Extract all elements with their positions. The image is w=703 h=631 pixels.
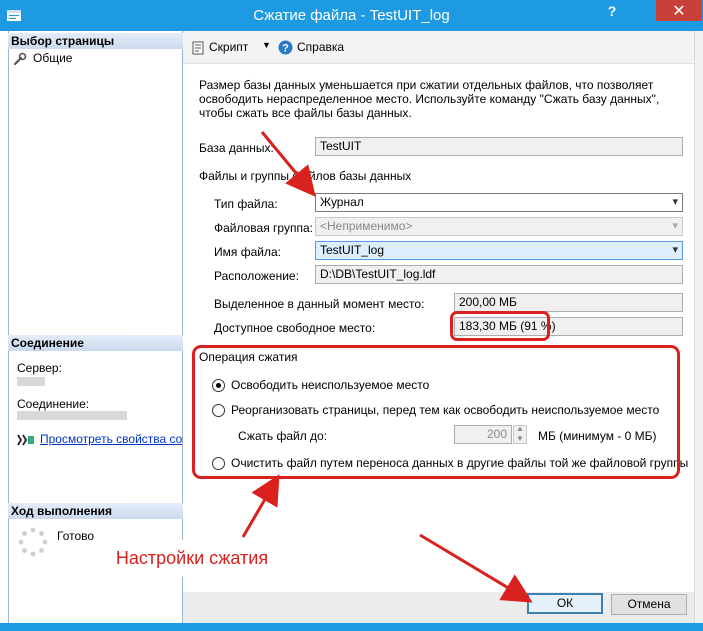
location-field: D:\DB\TestUIT_log.ldf <box>315 265 683 284</box>
window-bottom-frame <box>0 623 703 631</box>
view-connection-properties-link[interactable]: Просмотреть свойства соед <box>40 432 182 446</box>
database-label: База данных: <box>199 141 274 155</box>
free-space-highlight <box>450 311 550 341</box>
window-right-edge <box>694 31 703 623</box>
title-bar: Сжатие файла - TestUIT_log ? ✕ <box>0 0 703 31</box>
help-icon: ? <box>278 40 293 55</box>
filegroup-select: <Неприменимо> ▾ <box>315 217 683 236</box>
file-name-select[interactable]: TestUIT_log ▾ <box>315 241 683 260</box>
chevron-down-icon: ▾ <box>672 244 678 256</box>
connection-label: Соединение: <box>17 397 90 411</box>
annotation-label: Настройки сжатия <box>103 540 281 577</box>
toolbar <box>183 31 694 64</box>
select-page-header: Выбор страницы <box>8 33 183 49</box>
server-value-redacted <box>17 377 45 386</box>
allocated-label: Выделенное в данный момент место: <box>214 297 425 311</box>
free-space-label: Доступное свободное место: <box>214 321 376 335</box>
help-window-button[interactable]: ? <box>597 0 627 22</box>
ok-button[interactable]: ОК <box>527 593 603 614</box>
file-type-select[interactable]: Журнал ▾ <box>315 193 683 212</box>
file-name-label: Имя файла: <box>214 245 281 259</box>
file-type-value: Журнал <box>320 195 364 209</box>
script-icon <box>192 41 204 55</box>
page-item-general[interactable]: Общие <box>13 51 173 67</box>
chevron-down-icon: ▾ <box>672 196 678 208</box>
filegroup-value: <Неприменимо> <box>320 219 413 233</box>
progress-header: Ход выполнения <box>8 503 183 519</box>
svg-text:?: ? <box>282 43 289 55</box>
database-field: TestUIT <box>315 137 683 156</box>
description-text: Размер базы данных уменьшается при сжати… <box>199 78 660 120</box>
files-group-label: Файлы и группы файлов базы данных <box>199 169 412 183</box>
cancel-button[interactable]: Отмена <box>611 594 687 615</box>
chevron-down-icon: ▾ <box>672 220 678 232</box>
help-label: Справка <box>297 40 345 54</box>
progress-status: Готово <box>57 529 95 543</box>
script-label: Скрипт <box>209 40 249 54</box>
help-button[interactable]: ? Справка <box>278 40 348 56</box>
wrench-icon <box>13 52 27 66</box>
server-label: Сервер: <box>17 361 62 375</box>
file-name-value: TestUIT_log <box>320 243 385 257</box>
connection-header: Соединение <box>8 335 183 351</box>
script-button[interactable]: Скрипт <box>192 40 252 56</box>
connection-value-redacted <box>17 411 127 420</box>
script-dropdown-icon[interactable]: ▼ <box>262 40 271 50</box>
app-icon <box>7 10 21 21</box>
page-item-label: Общие <box>33 51 73 65</box>
filegroup-label: Файловая группа: <box>214 221 313 235</box>
allocated-field: 200,00 МБ <box>454 293 683 312</box>
shrink-settings-highlight <box>192 345 680 479</box>
close-window-button[interactable]: ✕ <box>656 0 702 21</box>
progress-spinner-icon <box>18 527 48 557</box>
file-type-label: Тип файла: <box>214 197 278 211</box>
location-label: Расположение: <box>214 269 299 283</box>
connection-properties-icon <box>17 434 34 446</box>
